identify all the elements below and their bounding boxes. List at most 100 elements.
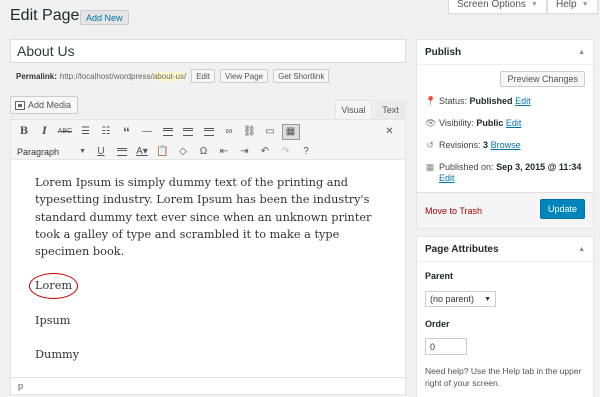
strikethrough-icon[interactable]: ABC (56, 124, 74, 140)
screen-options-tab[interactable]: Screen Options ▼ (448, 0, 547, 14)
parent-select[interactable]: (no parent) ▼ (425, 291, 496, 307)
revisions-icon: ↺ (426, 140, 434, 150)
help-label: Help (556, 0, 577, 10)
publish-header[interactable]: Publish ▲ (417, 40, 593, 65)
published-row: ▦ Published on: Sep 3, 2015 @ 11:34 Edit (425, 162, 589, 184)
revisions-row: ↺ Revisions: 3 Browse (425, 140, 521, 151)
italic-icon[interactable]: I (36, 124, 54, 140)
chevron-down-icon: ▼ (581, 1, 589, 8)
indent-icon[interactable]: ⇥ (236, 144, 254, 160)
editor-toolbar: B I ABC ☰ ☷ “ — ∞ ⛓ ▭ ▦ ✕ Paragraph ▼ U … (11, 120, 405, 160)
pin-icon: 📍 (425, 96, 437, 106)
page-title: Edit Page (10, 7, 80, 24)
content-editor: B I ABC ☰ ☷ “ — ∞ ⛓ ▭ ▦ ✕ Paragraph ▼ U … (10, 119, 406, 395)
permalink-label: Permalink: (16, 71, 57, 81)
bold-icon[interactable]: B (15, 124, 33, 140)
outdent-icon[interactable]: ⇤ (215, 144, 233, 160)
published-label: Published on: (439, 162, 494, 172)
align-left-icon[interactable] (159, 124, 177, 140)
permalink-suffix: / (183, 71, 187, 81)
format-select[interactable]: Paragraph ▼ (15, 145, 86, 159)
add-new-button[interactable]: Add New (80, 10, 129, 25)
numbered-list-icon[interactable]: ☷ (97, 124, 115, 140)
view-page-button[interactable]: View Page (220, 69, 269, 83)
blockquote-icon[interactable]: “ (118, 124, 136, 140)
chevron-down-icon: ▼ (79, 148, 86, 155)
justify-icon[interactable] (113, 144, 131, 160)
publish-actions: Move to Trash Update (417, 192, 593, 228)
element-path: p (18, 381, 24, 391)
calendar-icon: ▦ (425, 162, 435, 172)
collapse-icon[interactable]: ▲ (578, 246, 585, 253)
permalink-edit-button[interactable]: Edit (191, 69, 216, 83)
published-edit-link[interactable]: Edit (439, 173, 455, 183)
visibility-label: Visibility: (439, 118, 474, 128)
fullscreen-icon[interactable]: ✕ (381, 124, 399, 140)
status-value: Published (469, 96, 513, 106)
help-icon[interactable]: ? (297, 144, 315, 160)
link-icon[interactable]: ∞ (220, 124, 238, 140)
title-input[interactable]: About Us (10, 39, 406, 63)
page-attributes-header[interactable]: Page Attributes ▲ (417, 237, 593, 262)
read-more-icon[interactable]: ▭ (261, 124, 279, 140)
content-word-ipsum: Ipsum (35, 313, 71, 327)
content-word-lorem: Lorem (28, 273, 381, 300)
published-value: Sep 3, 2015 @ 11:34 (496, 162, 582, 172)
parent-select-value: (no parent) (430, 294, 475, 304)
align-right-icon[interactable] (200, 124, 218, 140)
parent-label: Parent (425, 271, 454, 281)
content-word-dummy: Dummy (35, 348, 80, 362)
align-center-icon[interactable] (179, 124, 197, 140)
revisions-label: Revisions: (439, 140, 481, 150)
move-to-trash-link[interactable]: Move to Trash (425, 206, 482, 216)
tab-text[interactable]: Text (375, 100, 406, 119)
toolbar-toggle-icon[interactable]: ▦ (281, 123, 300, 140)
permalink-base: http://localhost/wordpress/ (59, 71, 153, 81)
revisions-browse-link[interactable]: Browse (491, 140, 521, 150)
status-label: Status: (439, 96, 468, 106)
order-label: Order (425, 319, 450, 329)
collapse-icon[interactable]: ▲ (578, 49, 585, 56)
chevron-down-icon: ▼ (484, 295, 491, 303)
media-icon (15, 100, 25, 110)
highlighted-word: Lorem (28, 273, 79, 300)
undo-icon[interactable]: ↶ (256, 144, 274, 160)
underline-icon[interactable]: U (92, 144, 110, 160)
permalink-bar: Permalink: http://localhost/wordpress/ab… (16, 68, 330, 84)
revisions-value: 3 (483, 140, 489, 150)
help-text: Need help? Use the Help tab in the upper… (425, 366, 582, 388)
order-input[interactable]: 0 (425, 338, 467, 355)
bullet-list-icon[interactable]: ☰ (77, 124, 95, 140)
clear-formatting-icon[interactable]: ◇ (174, 144, 192, 160)
publish-box: Publish ▲ Preview Changes 📍 Status: Publ… (416, 39, 594, 229)
permalink-url[interactable]: http://localhost/wordpress/about-us/ (59, 71, 187, 81)
publish-heading: Publish (425, 46, 462, 58)
special-character-icon[interactable]: Ω (195, 144, 213, 160)
visibility-row: 👁 Visibility: Public Edit (425, 118, 521, 129)
format-select-value: Paragraph (17, 146, 60, 157)
help-tab[interactable]: Help ▼ (547, 0, 598, 14)
redo-icon[interactable]: ↷ (277, 144, 295, 160)
preview-changes-button[interactable]: Preview Changes (500, 71, 585, 87)
page-attributes-heading: Page Attributes (425, 243, 499, 255)
visibility-edit-link[interactable]: Edit (506, 118, 522, 128)
add-media-button[interactable]: Add Media (10, 96, 79, 114)
get-shortlink-button[interactable]: Get Shortlink (273, 69, 330, 83)
status-row: 📍 Status: Published Edit (425, 96, 531, 107)
page-attributes-box: Page Attributes ▲ Parent (no parent) ▼ O… (416, 236, 594, 397)
horizontal-line-icon[interactable]: — (138, 124, 156, 140)
visibility-value: Public (476, 118, 504, 128)
editor-path-bar: p (11, 377, 405, 394)
paste-text-icon[interactable]: 📋 (154, 144, 172, 160)
chevron-down-icon: ▼ (530, 1, 538, 8)
unlink-icon[interactable]: ⛓ (241, 124, 259, 140)
tab-visual[interactable]: Visual (335, 100, 372, 119)
editor-content[interactable]: Lorem Ipsum is simply dummy text of the … (11, 160, 405, 380)
screen-options-label: Screen Options (457, 0, 526, 10)
text-color-icon[interactable]: A▾ (133, 144, 151, 160)
update-button[interactable]: Update (540, 199, 585, 219)
eye-icon: 👁 (425, 118, 437, 128)
add-media-label: Add Media (28, 100, 72, 110)
status-edit-link[interactable]: Edit (515, 96, 531, 106)
permalink-slug: about-us (152, 71, 184, 81)
